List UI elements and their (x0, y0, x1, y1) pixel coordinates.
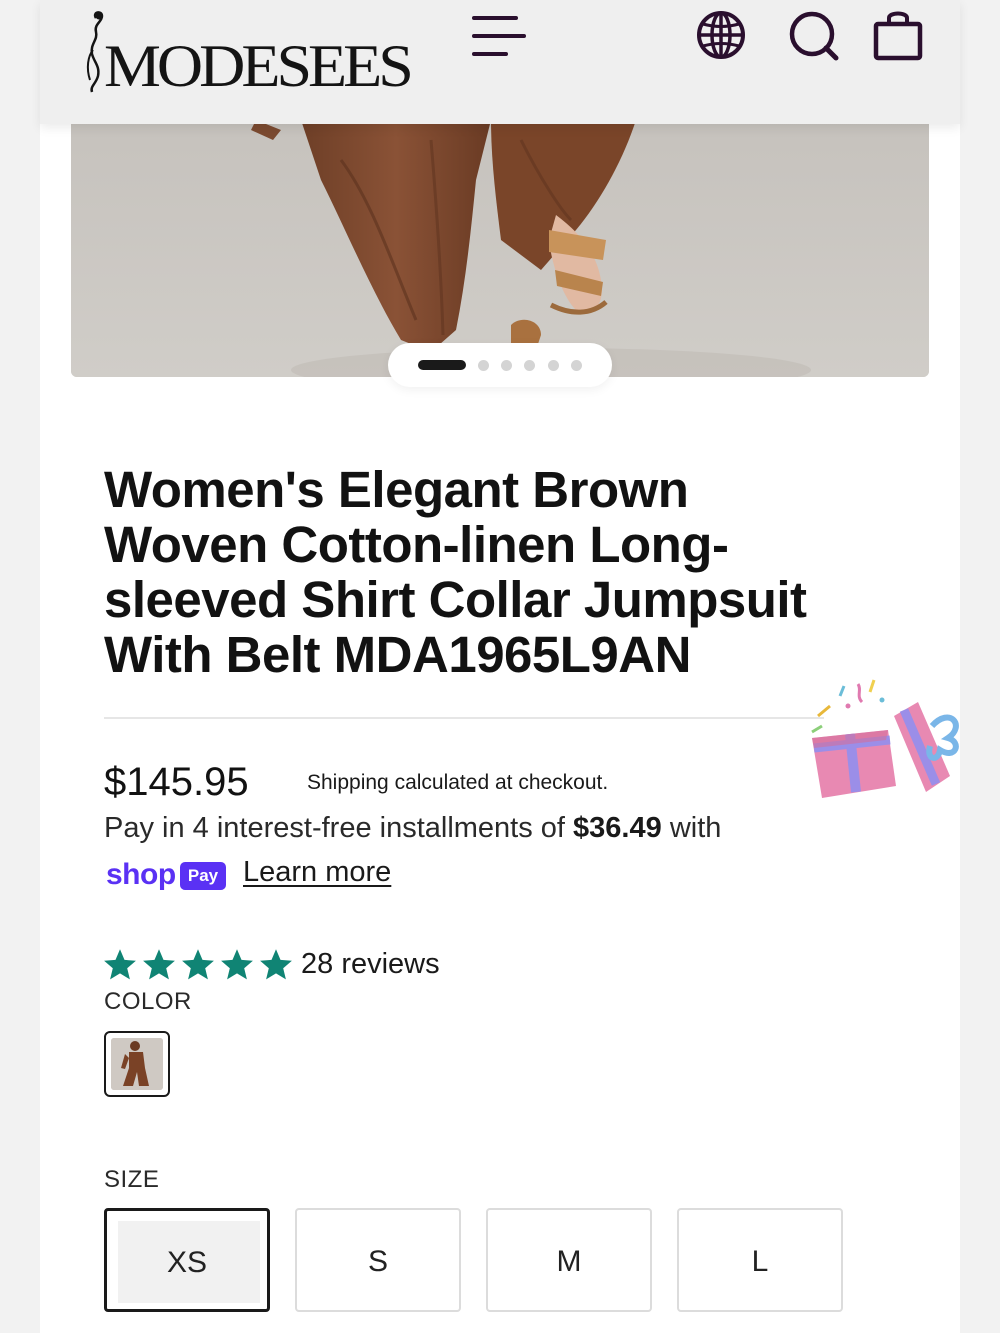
installments-prefix: Pay in 4 interest-free installments of (104, 812, 565, 844)
swatch-figure (111, 1038, 163, 1090)
size-option-s[interactable]: S (295, 1208, 461, 1312)
star-icon (182, 949, 214, 980)
product-price: $145.95 (104, 760, 249, 804)
gallery-dot-6[interactable] (571, 360, 582, 371)
color-label: COLOR (104, 988, 192, 1015)
gallery-pagination (388, 343, 612, 387)
size-option-label: M (556, 1245, 582, 1278)
installment-amount: $36.49 (573, 812, 662, 844)
size-option-label: L (751, 1245, 769, 1278)
gallery-dot-1[interactable] (418, 360, 466, 370)
size-options: XS S M L (104, 1208, 864, 1314)
size-option-label: S (367, 1245, 388, 1278)
reviews-count-link[interactable]: 28 reviews (301, 948, 440, 981)
gallery-dot-3[interactable] (501, 360, 512, 371)
installments-suffix: with (669, 812, 722, 844)
shop-pay-badge: Pay (180, 862, 226, 890)
bag-icon[interactable] (872, 8, 924, 62)
product-image[interactable] (71, 120, 929, 377)
menu-icon[interactable] (472, 12, 528, 60)
brand-name: MODESEES (104, 31, 414, 100)
product-title: Women's Elegant Brown Woven Cotton-linen… (104, 461, 807, 683)
size-option-xs[interactable]: XS (104, 1208, 270, 1312)
star-icon (143, 949, 175, 980)
shop-pay-logo: shop (106, 858, 176, 891)
star-icon (221, 949, 253, 980)
product-photo-illustration (71, 120, 929, 377)
gallery-dot-5[interactable] (548, 360, 559, 371)
globe-icon[interactable] (696, 10, 746, 60)
color-swatch-brown[interactable] (104, 1031, 170, 1097)
swatch-thumbnail (111, 1038, 163, 1090)
divider (104, 717, 824, 719)
site-header: MODESEES (40, 0, 960, 124)
shipping-note: Shipping calculated at checkout. (307, 771, 609, 794)
size-option-label: XS (166, 1246, 208, 1279)
gallery-dot-4[interactable] (524, 360, 535, 371)
rating-stars[interactable] (102, 947, 294, 983)
learn-more-link[interactable]: Learn more (243, 856, 391, 889)
star-icon (104, 949, 136, 980)
gallery-dot-2[interactable] (478, 360, 489, 371)
gift-box-icon[interactable] (800, 676, 960, 806)
size-option-l[interactable]: L (677, 1208, 843, 1312)
size-option-m[interactable]: M (486, 1208, 652, 1312)
installments-text: Pay in 4 interest-free installments of $… (104, 812, 721, 845)
star-icon (260, 949, 292, 980)
brand-logo[interactable]: MODESEES (80, 10, 440, 100)
search-icon[interactable] (788, 10, 840, 62)
size-label: SIZE (104, 1166, 160, 1193)
